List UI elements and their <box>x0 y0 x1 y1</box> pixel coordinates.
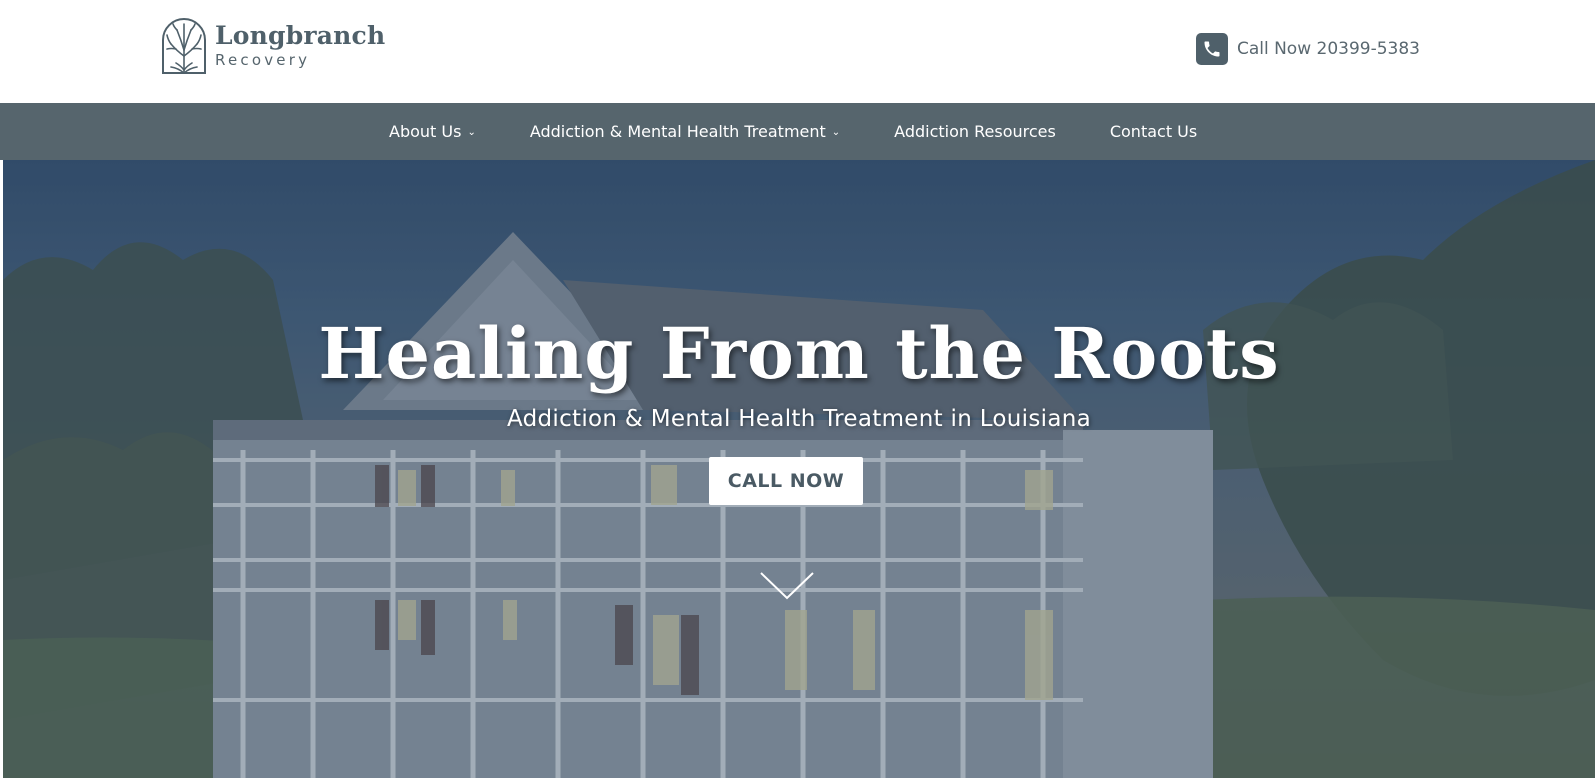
hero-section: Healing From the Roots Addiction & Menta… <box>3 160 1595 778</box>
tree-logo-icon <box>162 18 206 74</box>
nav-item-label: Addiction & Mental Health Treatment <box>529 122 826 141</box>
logo-subtitle: Recovery <box>215 51 311 69</box>
hero-title: Healing From the Roots <box>318 312 1280 395</box>
hero-subtitle: Addiction & Mental Health Treatment in L… <box>506 406 1091 432</box>
logo-name: Longbranch <box>215 21 386 50</box>
call-now-label: Call Now 20399-5383 <box>1236 39 1420 59</box>
nav-item-contact-us[interactable]: Contact Us <box>1110 122 1197 141</box>
chevron-down-icon: ⌄ <box>831 127 841 138</box>
nav-item-treatment[interactable]: Addiction & Mental Health Treatment ⌄ <box>530 122 840 141</box>
logo[interactable]: Longbranch Recovery <box>161 18 385 74</box>
main-nav: About Us ⌄ Addiction & Mental Health Tre… <box>0 103 1595 160</box>
call-now-link[interactable]: Call Now 20399-5383 <box>1195 33 1420 65</box>
nav-item-addiction-resources[interactable]: Addiction Resources <box>894 122 1056 141</box>
nav-item-label: About Us <box>389 122 462 141</box>
nav-item-about-us[interactable]: About Us ⌄ <box>389 122 476 141</box>
chevron-down-icon[interactable] <box>759 571 815 601</box>
nav-item-label: Contact Us <box>1109 122 1198 141</box>
site-header: Longbranch Recovery Call Now 20399-5383 <box>0 0 1595 103</box>
phone-icon <box>1195 33 1228 65</box>
chevron-down-icon: ⌄ <box>467 127 476 138</box>
call-now-button[interactable]: CALL NOW <box>709 457 863 505</box>
nav-item-label: Addiction Resources <box>894 122 1056 141</box>
